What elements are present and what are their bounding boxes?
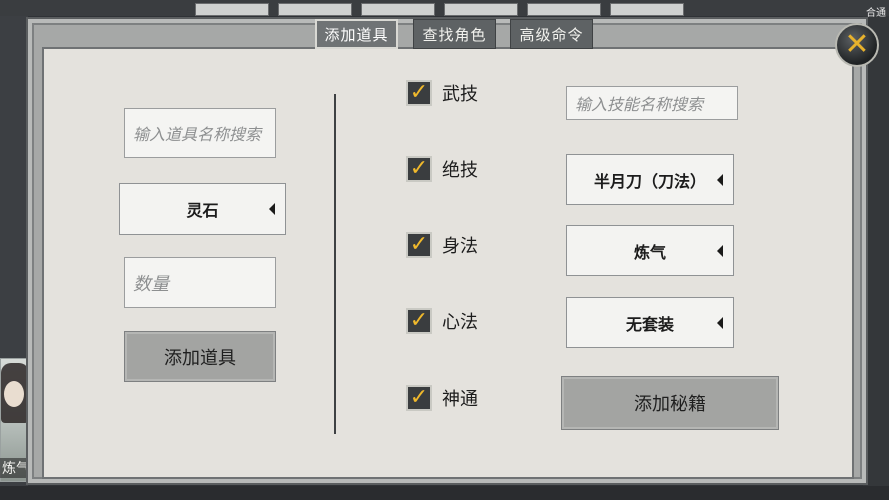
add-secret-book-button[interactable]: 添加秘籍	[561, 376, 779, 430]
close-x-icon: ✕	[844, 27, 870, 62]
skill-select-value: 半月刀（刀法）	[593, 171, 706, 191]
add-item-button[interactable]: 添加道具	[124, 331, 276, 382]
checkbox-row-divine[interactable]: ✓ 神通	[406, 382, 478, 414]
portrait-face	[4, 381, 24, 407]
background-slot	[361, 3, 435, 16]
background-slot	[444, 3, 518, 16]
caret-left-icon	[717, 173, 723, 186]
background-corner-text: 合通	[866, 8, 886, 19]
caret-left-icon	[269, 203, 275, 215]
checkbox-row-mind[interactable]: ✓ 心法	[406, 305, 478, 337]
set-select-value: 无套装	[625, 314, 674, 334]
quantity-input[interactable]: 数量	[124, 257, 276, 308]
checkbox-row-martial[interactable]: ✓ 武技	[406, 77, 478, 109]
checkbox-row-ultimate[interactable]: ✓ 绝技	[406, 153, 478, 185]
checkbox-movement[interactable]: ✓	[406, 232, 432, 258]
checkbox-row-movement[interactable]: ✓ 身法	[406, 229, 478, 261]
checkbox-label: 神通	[442, 389, 478, 410]
realm-select-value: 炼气	[633, 242, 666, 262]
close-button[interactable]: ✕	[835, 23, 879, 67]
check-icon: ✓	[409, 156, 429, 181]
checkbox-ultimate[interactable]: ✓	[406, 156, 432, 182]
check-icon: ✓	[409, 80, 429, 105]
skill-search-input[interactable]: 输入技能名称搜索	[566, 86, 738, 120]
checkbox-label: 心法	[442, 312, 478, 333]
checkbox-divine[interactable]: ✓	[406, 385, 432, 411]
caret-left-icon	[717, 316, 723, 329]
tab-find-character[interactable]: 查找角色	[413, 19, 496, 49]
background-slot	[610, 3, 684, 16]
column-divider	[334, 94, 336, 434]
realm-select[interactable]: 炼气	[566, 225, 734, 276]
checkbox-martial[interactable]: ✓	[406, 80, 432, 106]
check-icon: ✓	[409, 232, 429, 257]
checkbox-mind[interactable]: ✓	[406, 308, 432, 334]
checkbox-label: 身法	[442, 236, 478, 257]
background-slot	[195, 3, 269, 16]
background-bottom-edge	[0, 486, 889, 500]
item-select-value: 灵石	[186, 201, 219, 220]
skill-select[interactable]: 半月刀（刀法）	[566, 154, 734, 205]
checkbox-label: 绝技	[442, 160, 478, 181]
item-search-input[interactable]: 输入道具名称搜索	[124, 108, 276, 158]
check-icon: ✓	[409, 308, 429, 333]
item-select[interactable]: 灵石	[119, 183, 286, 235]
tab-add-item[interactable]: 添加道具	[315, 19, 398, 49]
check-icon: ✓	[409, 385, 429, 410]
set-select[interactable]: 无套装	[566, 297, 734, 348]
checkbox-label: 武技	[442, 84, 478, 105]
background-slot	[278, 3, 352, 16]
tab-advanced-commands[interactable]: 高级命令	[510, 19, 593, 49]
background-slot	[527, 3, 601, 16]
caret-left-icon	[717, 244, 723, 257]
